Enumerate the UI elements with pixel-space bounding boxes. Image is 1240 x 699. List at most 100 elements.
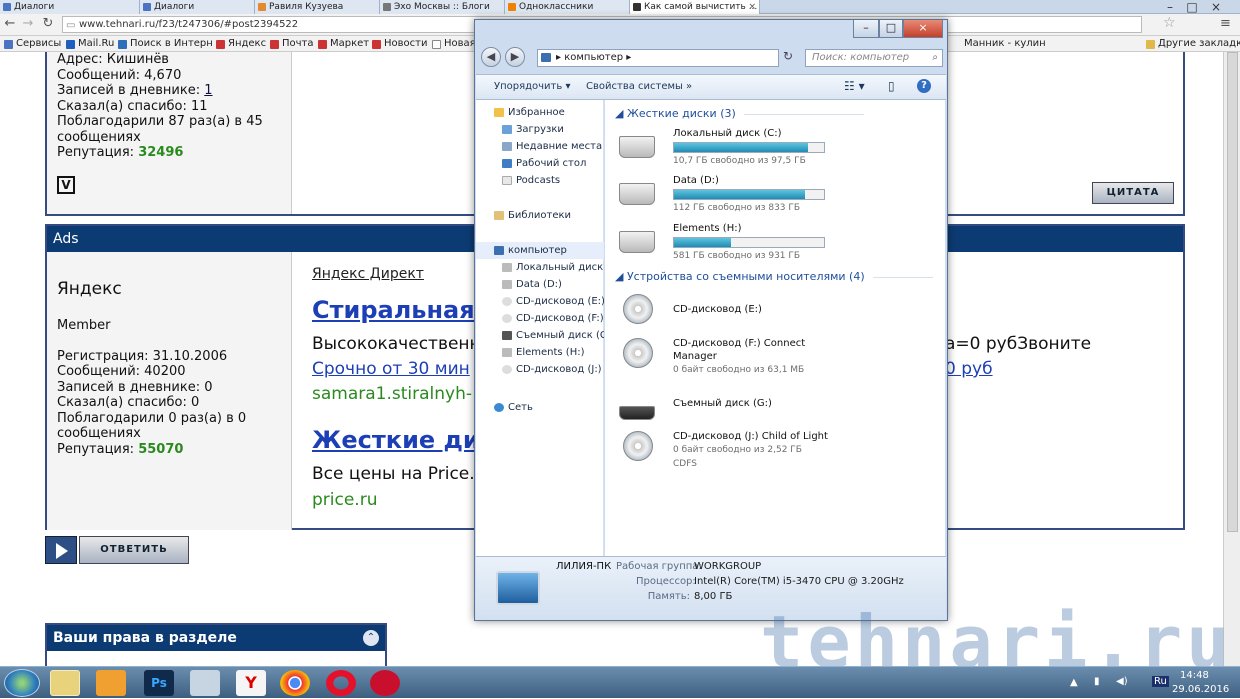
nav-drive-d[interactable]: Data (D:) bbox=[476, 276, 604, 293]
ad-title-link[interactable]: Жесткие ди bbox=[312, 426, 480, 454]
drive-item[interactable]: CD-дисковод (F:) Connect Manager 0 байт … bbox=[619, 338, 939, 384]
nav-drive-h[interactable]: Elements (H:) bbox=[476, 344, 604, 361]
clock-date[interactable]: 29.06.2016 bbox=[1172, 684, 1229, 695]
volume-tray-icon[interactable]: ◀) bbox=[1116, 676, 1128, 687]
help-icon[interactable]: ? bbox=[917, 79, 931, 93]
start-button[interactable] bbox=[4, 669, 40, 697]
bookmark-item[interactable]: Яндекс bbox=[216, 37, 266, 51]
collapse-icon[interactable]: ⌃ bbox=[363, 630, 379, 646]
explorer-search-input[interactable]: Поиск: компьютер ⌕ bbox=[805, 49, 943, 67]
refresh-icon[interactable]: ↻ bbox=[783, 49, 793, 63]
explorer-maximize-button[interactable]: □ bbox=[879, 20, 903, 38]
cd-drive-icon bbox=[623, 431, 653, 461]
explorer-close-button[interactable]: × bbox=[903, 20, 943, 38]
drive-item[interactable]: CD-дисковод (J:) Child of Light 0 байт с… bbox=[619, 431, 939, 481]
back-arrow-icon[interactable]: ◀ bbox=[481, 47, 501, 67]
chrome-icon[interactable] bbox=[280, 670, 310, 696]
nav-favorites[interactable]: Избранное bbox=[476, 104, 604, 121]
media-player-icon[interactable] bbox=[96, 670, 126, 696]
browser-tab[interactable]: Диалоги bbox=[0, 0, 140, 14]
nav-drive-f[interactable]: CD-дисковод (F:) Co bbox=[476, 310, 604, 327]
bookmark-item[interactable]: Маркет bbox=[318, 37, 369, 51]
browser-tab[interactable]: Эхо Москвы :: Блоги bbox=[380, 0, 505, 14]
nav-podcasts[interactable]: Podcasts bbox=[476, 172, 604, 189]
ad-link-cont[interactable]: 0 руб bbox=[945, 359, 993, 379]
page-icon bbox=[432, 40, 441, 49]
nav-drive-g[interactable]: Съемный диск (G:) bbox=[476, 327, 604, 344]
bookmark-item[interactable]: Mail.Ru bbox=[66, 37, 114, 51]
nav-label: Загрузки bbox=[516, 124, 564, 135]
tab-close-icon[interactable]: × bbox=[748, 0, 756, 14]
bookmark-item[interactable]: Манник - кулин bbox=[952, 37, 1046, 51]
page-scrollbar[interactable] bbox=[1223, 52, 1240, 666]
opera-alt-icon[interactable] bbox=[370, 670, 400, 696]
bookmark-star-icon[interactable]: ☆ bbox=[1163, 15, 1176, 31]
hdd-group-header[interactable]: ◢ Жесткие диски (3) bbox=[615, 107, 864, 120]
bookmark-item[interactable]: Сервисы bbox=[4, 37, 61, 51]
yandex-direct-link[interactable]: Яндекс Директ bbox=[312, 266, 424, 282]
organize-menu[interactable]: Упорядочить ▾ bbox=[494, 80, 570, 94]
group-label: Жесткие диски (3) bbox=[626, 107, 736, 120]
file-explorer-icon[interactable] bbox=[50, 670, 80, 696]
bookmark-item[interactable]: Новости bbox=[372, 37, 427, 51]
bookmark-label: Mail.Ru bbox=[78, 38, 115, 49]
nav-drive-e[interactable]: CD-дисковод (E:) bbox=[476, 293, 604, 310]
browser-tab[interactable]: Одноклассники bbox=[505, 0, 630, 14]
bookmark-label: Почта bbox=[282, 38, 314, 49]
close-window-button[interactable]: × bbox=[1206, 0, 1226, 14]
nav-recent-places[interactable]: Недавние места bbox=[476, 138, 604, 155]
minimize-window-button[interactable]: – bbox=[1160, 0, 1180, 14]
system-properties-button[interactable]: Свойства системы bbox=[586, 80, 683, 94]
nav-network[interactable]: Сеть bbox=[476, 399, 604, 416]
nav-downloads[interactable]: Загрузки bbox=[476, 121, 604, 138]
drive-item[interactable]: Data (D:) 112 ГБ свободно из 833 ГБ bbox=[619, 175, 939, 221]
more-icon[interactable]: » bbox=[686, 80, 692, 94]
ads-user-rank: Member bbox=[57, 318, 111, 333]
breadcrumb-item[interactable]: компьютер bbox=[564, 52, 623, 63]
yandex-browser-icon[interactable]: Y bbox=[236, 670, 266, 696]
tray-expand-icon[interactable]: ▲ bbox=[1070, 677, 1078, 688]
view-options-icon[interactable]: ☷ ▾ bbox=[844, 79, 865, 93]
bookmark-item[interactable]: Новая bbox=[432, 37, 476, 51]
forward-arrow-icon[interactable]: → bbox=[20, 16, 36, 32]
diary-link[interactable]: 1 bbox=[204, 83, 212, 98]
drive-item[interactable]: Локальный диск (C:) 10,7 ГБ свободно из … bbox=[619, 128, 939, 174]
notepad-icon[interactable] bbox=[190, 670, 220, 696]
nav-computer[interactable]: компьютер bbox=[476, 242, 604, 259]
opera-icon[interactable] bbox=[326, 670, 356, 696]
nav-libraries[interactable]: Библиотеки bbox=[476, 207, 604, 224]
preview-pane-icon[interactable]: ▯ bbox=[888, 79, 895, 93]
bookmark-item[interactable]: Поиск в Интерн bbox=[118, 37, 213, 51]
drive-item[interactable]: CD-дисковод (E:) bbox=[619, 294, 939, 340]
ad-link[interactable]: Срочно от 30 мин bbox=[312, 359, 470, 379]
explorer-minimize-button[interactable]: – bbox=[853, 20, 879, 38]
browser-tab[interactable]: Диалоги bbox=[140, 0, 255, 14]
quote-button[interactable]: ЦИТАТА bbox=[1092, 182, 1174, 204]
reply-button[interactable]: ОТВЕТИТЬ bbox=[79, 536, 189, 564]
ad-title-link[interactable]: Стиральная bbox=[312, 296, 475, 324]
diary-label: Записей в дневнике: bbox=[57, 83, 201, 98]
browser-tab-active[interactable]: Как самой вычистить ... × bbox=[630, 0, 760, 14]
reload-icon[interactable]: ↻ bbox=[40, 16, 56, 32]
maximize-window-button[interactable]: □ bbox=[1182, 0, 1202, 14]
removable-group-header[interactable]: ◢ Устройства со съемными носителями (4) bbox=[615, 270, 933, 283]
nav-desktop[interactable]: Рабочий стол bbox=[476, 155, 604, 172]
breadcrumb[interactable]: ▸ компьютер ▸ bbox=[537, 49, 779, 67]
scrollbar-thumb[interactable] bbox=[1227, 52, 1238, 532]
clock-time[interactable]: 14:48 bbox=[1180, 670, 1209, 681]
browser-menu-icon[interactable]: ≡ bbox=[1220, 16, 1231, 31]
back-arrow-icon[interactable]: ← bbox=[2, 16, 18, 32]
bookmark-item[interactable]: Почта bbox=[270, 37, 314, 51]
forward-arrow-icon[interactable]: ▶ bbox=[505, 47, 525, 67]
drive-item[interactable]: Elements (H:) 581 ГБ свободно из 931 ГБ bbox=[619, 223, 939, 269]
other-bookmarks-folder[interactable]: Другие закладки bbox=[1146, 37, 1240, 51]
nav-label: Съемный диск (G:) bbox=[516, 330, 604, 341]
language-indicator[interactable]: Ru bbox=[1152, 676, 1169, 687]
drive-usage-bar bbox=[673, 142, 825, 153]
browser-tab[interactable]: Равиля Кузуева bbox=[255, 0, 380, 14]
reply-arrow-icon[interactable] bbox=[45, 536, 77, 564]
network-tray-icon[interactable]: ▮ bbox=[1094, 676, 1100, 687]
nav-drive-c[interactable]: Локальный диск (C:) bbox=[476, 259, 604, 276]
nav-drive-j[interactable]: CD-дисковод (J:) Ch bbox=[476, 361, 604, 378]
photoshop-icon[interactable]: Ps bbox=[144, 670, 174, 696]
